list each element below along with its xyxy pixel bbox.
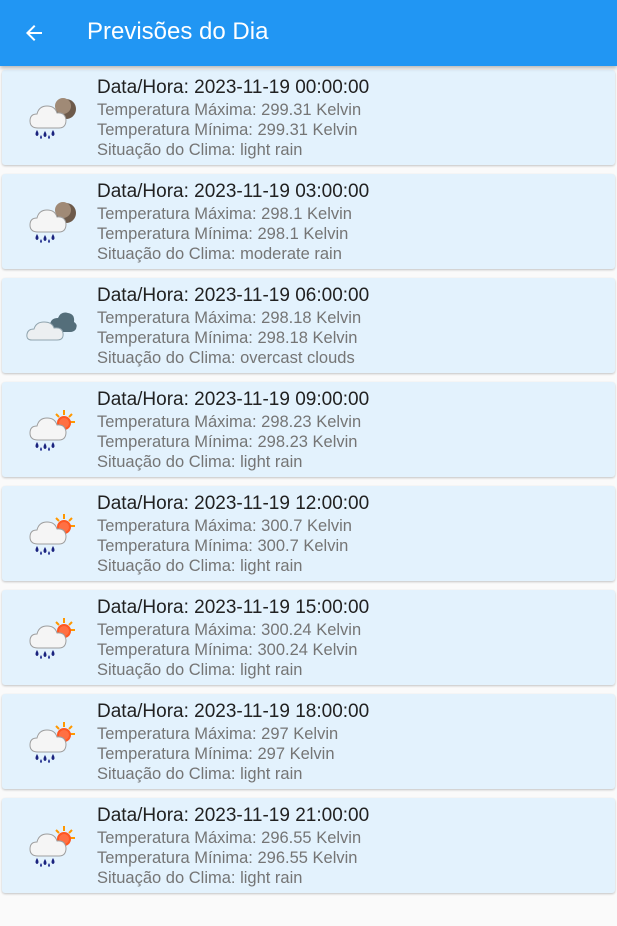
forecast-weather: Situação do Clima: light rain [97, 557, 303, 575]
forecast-weather: Situação do Clima: light rain [97, 661, 303, 679]
forecast-card[interactable]: Data/Hora: 2023-11-19 15:00:00 Temperatu… [2, 590, 615, 685]
forecast-temp-max: Temperatura Máxima: 297 Kelvin [97, 725, 339, 743]
forecast-temp-max: Temperatura Máxima: 296.55 Kelvin [97, 829, 362, 847]
forecast-list: Data/Hora: 2023-11-19 00:00:00 Temperatu… [0, 70, 617, 902]
forecast-temp-min: Temperatura Mínima: 296.55 Kelvin [97, 849, 358, 867]
arrow-left-icon [26, 25, 42, 41]
forecast-weather: Situação do Clima: overcast clouds [97, 349, 355, 367]
forecast-datetime: Data/Hora: 2023-11-19 06:00:00 [97, 285, 370, 306]
page-title: Previsões do Dia [87, 18, 269, 45]
forecast-weather: Situação do Clima: moderate rain [97, 245, 342, 263]
forecast-temp-min: Temperatura Mínima: 298.1 Kelvin [97, 225, 349, 243]
forecast-temp-min: Temperatura Mínima: 300.24 Kelvin [97, 641, 358, 659]
forecast-card[interactable]: Data/Hora: 2023-11-19 00:00:00 Temperatu… [2, 70, 615, 165]
rain-day-icon [24, 718, 78, 764]
rain-day-icon [24, 822, 78, 868]
forecast-temp-max: Temperatura Máxima: 300.24 Kelvin [97, 621, 362, 639]
rain-day-icon [24, 614, 78, 660]
overcast-clouds-icon [24, 302, 78, 348]
forecast-card[interactable]: Data/Hora: 2023-11-19 21:00:00 Temperatu… [2, 798, 615, 893]
forecast-temp-max: Temperatura Máxima: 298.1 Kelvin [97, 205, 352, 223]
back-button[interactable] [14, 13, 54, 53]
rain-day-icon [24, 406, 78, 452]
forecast-card[interactable]: Data/Hora: 2023-11-19 12:00:00 Temperatu… [2, 486, 615, 581]
forecast-weather: Situação do Clima: light rain [97, 141, 303, 159]
forecast-card[interactable]: Data/Hora: 2023-11-19 18:00:00 Temperatu… [2, 694, 615, 789]
forecast-datetime: Data/Hora: 2023-11-19 00:00:00 [97, 77, 370, 98]
forecast-card[interactable]: Data/Hora: 2023-11-19 06:00:00 Temperatu… [2, 278, 615, 373]
forecast-datetime: Data/Hora: 2023-11-19 03:00:00 [97, 181, 370, 202]
forecast-temp-max: Temperatura Máxima: 300.7 Kelvin [97, 517, 352, 535]
rain-night-icon [24, 198, 78, 244]
forecast-datetime: Data/Hora: 2023-11-19 09:00:00 [97, 389, 370, 410]
forecast-weather: Situação do Clima: light rain [97, 765, 303, 783]
forecast-card[interactable]: Data/Hora: 2023-11-19 03:00:00 Temperatu… [2, 174, 615, 269]
forecast-weather: Situação do Clima: light rain [97, 453, 303, 471]
forecast-temp-max: Temperatura Máxima: 298.23 Kelvin [97, 413, 362, 431]
forecast-temp-min: Temperatura Mínima: 300.7 Kelvin [97, 537, 349, 555]
forecast-datetime: Data/Hora: 2023-11-19 18:00:00 [97, 701, 370, 722]
rain-day-icon [24, 510, 78, 556]
forecast-temp-min: Temperatura Mínima: 297 Kelvin [97, 745, 335, 763]
rain-night-icon [24, 94, 78, 140]
forecast-temp-max: Temperatura Máxima: 298.18 Kelvin [97, 309, 362, 327]
forecast-temp-min: Temperatura Mínima: 298.23 Kelvin [97, 433, 358, 451]
forecast-datetime: Data/Hora: 2023-11-19 15:00:00 [97, 597, 370, 618]
app-bar: Previsões do Dia [0, 0, 617, 66]
forecast-datetime: Data/Hora: 2023-11-19 12:00:00 [97, 493, 370, 514]
forecast-temp-min: Temperatura Mínima: 298.18 Kelvin [97, 329, 358, 347]
forecast-weather: Situação do Clima: light rain [97, 869, 303, 887]
forecast-temp-max: Temperatura Máxima: 299.31 Kelvin [97, 101, 362, 119]
forecast-temp-min: Temperatura Mínima: 299.31 Kelvin [97, 121, 358, 139]
forecast-card[interactable]: Data/Hora: 2023-11-19 09:00:00 Temperatu… [2, 382, 615, 477]
forecast-datetime: Data/Hora: 2023-11-19 21:00:00 [97, 805, 370, 826]
